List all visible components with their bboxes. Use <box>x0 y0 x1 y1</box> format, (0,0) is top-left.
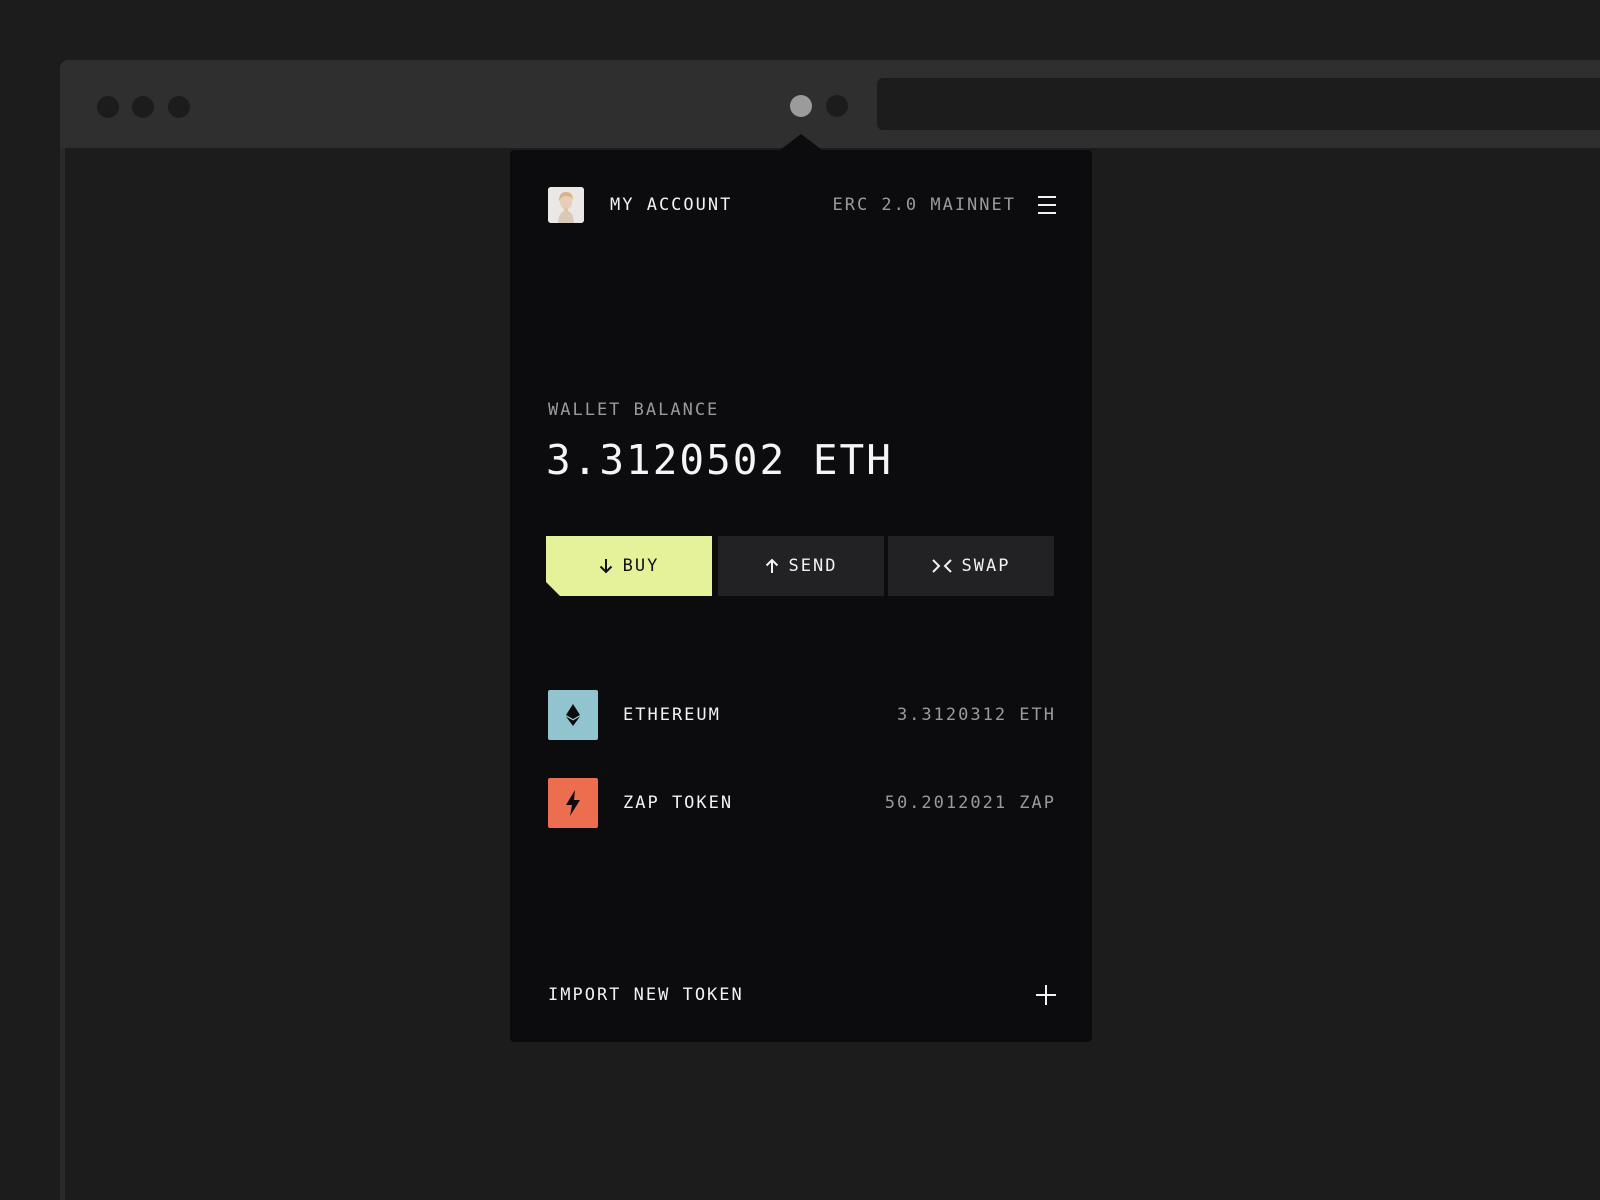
account-title[interactable]: MY ACCOUNT <box>610 195 732 215</box>
token-row-ethereum[interactable]: ETHEREUM 3.3120312 ETH <box>548 690 1056 740</box>
action-buttons: BUY SEND SWAP <box>546 536 1054 596</box>
avatar[interactable] <box>548 187 584 223</box>
browser-frame-edge <box>60 148 65 1200</box>
send-label: SEND <box>788 556 838 576</box>
arrow-up-icon <box>765 558 779 574</box>
wallet-extension-icon[interactable] <box>790 95 812 117</box>
popup-header: MY ACCOUNT ERC 2.0 MAINNET <box>548 186 1056 224</box>
token-name: ZAP TOKEN <box>623 793 734 813</box>
window-maximize-button[interactable] <box>168 96 190 118</box>
address-bar[interactable] <box>877 78 1600 130</box>
buy-button[interactable]: BUY <box>546 536 712 596</box>
import-token-button[interactable]: IMPORT NEW TOKEN <box>548 980 1056 1010</box>
token-amount: 50.2012021 ZAP <box>884 793 1056 813</box>
ethereum-icon <box>548 690 598 740</box>
swap-icon <box>931 559 952 573</box>
network-selector[interactable]: ERC 2.0 MAINNET <box>832 195 1016 215</box>
balance-value: 3.3120502 ETH <box>546 436 893 484</box>
window-close-button[interactable] <box>97 96 119 118</box>
buy-label: BUY <box>622 556 660 576</box>
user-avatar-icon <box>548 187 584 223</box>
extension-icon[interactable] <box>826 95 848 117</box>
balance-label: WALLET BALANCE <box>548 400 720 420</box>
token-row-zap[interactable]: ZAP TOKEN 50.2012021 ZAP <box>548 778 1056 828</box>
lightning-icon <box>548 778 598 828</box>
send-button[interactable]: SEND <box>718 536 884 596</box>
import-token-label: IMPORT NEW TOKEN <box>548 985 744 1005</box>
token-amount: 3.3120312 ETH <box>896 705 1056 725</box>
token-name: ETHEREUM <box>623 705 721 725</box>
wallet-popup: MY ACCOUNT ERC 2.0 MAINNET WALLET BALANC… <box>510 150 1092 1042</box>
plus-icon[interactable] <box>1036 985 1056 1005</box>
browser-toolbar <box>60 60 1600 148</box>
swap-button[interactable]: SWAP <box>888 536 1054 596</box>
swap-label: SWAP <box>961 556 1011 576</box>
popup-caret <box>780 134 822 150</box>
window-minimize-button[interactable] <box>132 96 154 118</box>
arrow-down-icon <box>599 558 613 574</box>
hamburger-menu-icon[interactable] <box>1038 196 1056 214</box>
